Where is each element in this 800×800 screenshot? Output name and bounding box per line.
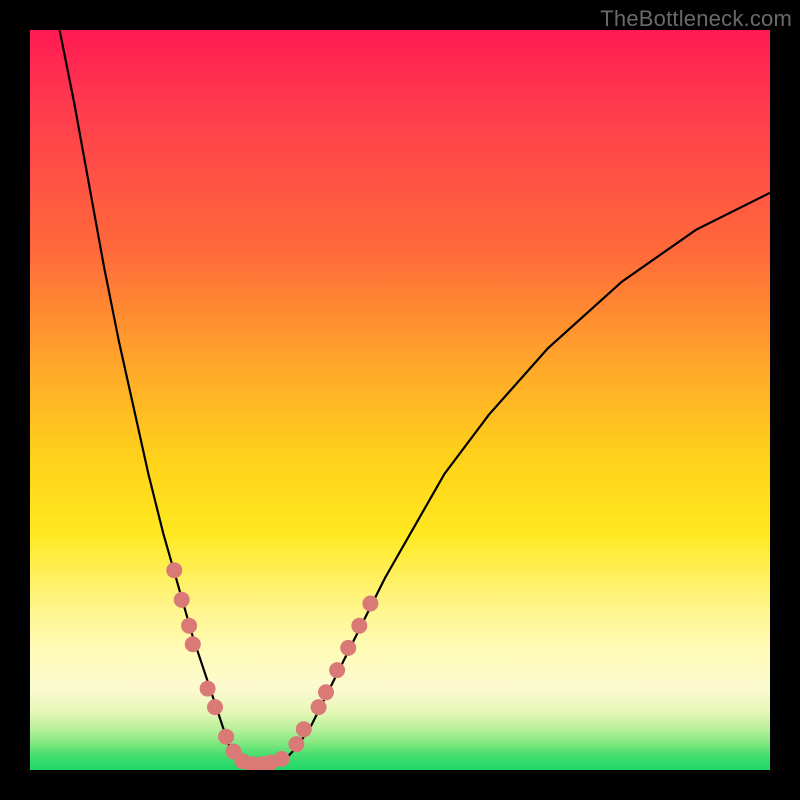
highlight-dot [181,618,197,634]
highlight-dot [318,684,334,700]
curve-lines [60,30,770,766]
highlight-dot [362,596,378,612]
highlight-dot [207,699,223,715]
highlight-dot [174,592,190,608]
highlight-dot [296,721,312,737]
highlight-dot [329,662,345,678]
plot-area [30,30,770,770]
highlight-dot [340,640,356,656]
highlight-dot [288,736,304,752]
highlight-dot [274,751,290,767]
highlight-dot [166,562,182,578]
highlight-dot [200,681,216,697]
chart-svg [30,30,770,770]
highlight-dot [218,729,234,745]
highlight-dot [351,618,367,634]
outer-frame: TheBottleneck.com [0,0,800,800]
marker-dots [166,562,378,770]
bottleneck-curve [60,30,770,766]
highlight-dot [311,699,327,715]
highlight-dot [185,636,201,652]
watermark-text: TheBottleneck.com [600,6,792,32]
